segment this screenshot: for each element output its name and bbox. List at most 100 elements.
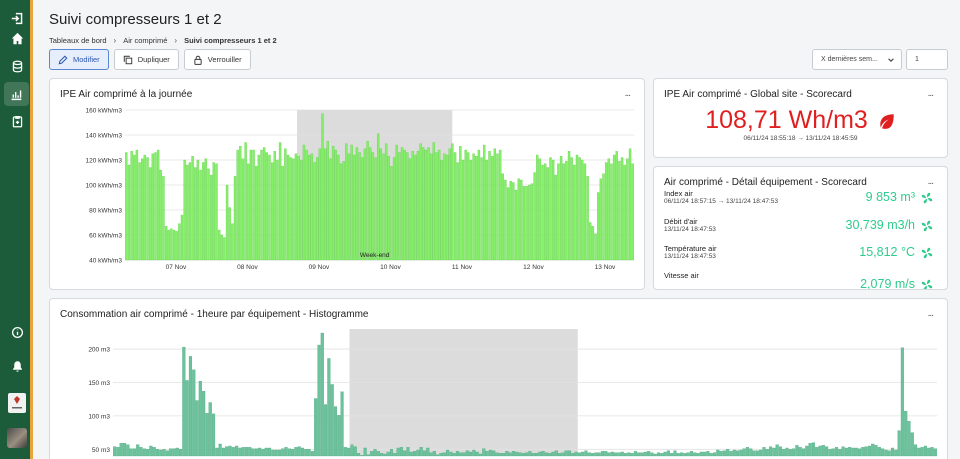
bar (207, 168, 210, 261)
bar (528, 451, 532, 457)
more-menu-icon[interactable]: ... (928, 176, 934, 187)
bar (696, 453, 700, 457)
breadcrumb-item[interactable]: Tableaux de bord (49, 36, 107, 45)
chevron-right-icon: › (113, 36, 117, 45)
bar (478, 453, 483, 457)
home-icon[interactable] (7, 28, 27, 48)
bar (647, 451, 651, 457)
bar (221, 447, 225, 457)
duplicate-button[interactable]: Dupliquer (113, 49, 179, 70)
bar (699, 451, 703, 457)
avatar[interactable] (7, 428, 27, 448)
bar (208, 402, 212, 457)
time-range-select[interactable]: X dernières sem... (812, 49, 902, 70)
bar (162, 176, 165, 261)
chart-icon[interactable] (4, 82, 29, 106)
bar (170, 228, 173, 261)
bar (449, 451, 453, 457)
bar (188, 162, 192, 261)
clipboard-icon[interactable] (7, 111, 27, 131)
row-time: 13/11/24 18:47:53 (664, 253, 716, 260)
bar (310, 153, 314, 261)
bar (709, 453, 713, 457)
bar (239, 146, 242, 261)
time-count-input[interactable]: 1 (906, 49, 948, 70)
bar (220, 234, 223, 261)
bar (881, 448, 885, 457)
bar (268, 447, 272, 457)
ipe-day-chart: 40 kWh/m3 60 kWh/m3 80 kWh/m3 100 kWh/m3 120… (86, 108, 634, 271)
bar (142, 448, 146, 457)
bar (515, 451, 519, 457)
bar (413, 451, 417, 457)
database-icon[interactable] (7, 56, 27, 76)
bar (300, 447, 305, 457)
bar (327, 358, 331, 457)
bar (772, 447, 776, 457)
bar (511, 451, 516, 457)
login-icon[interactable] (7, 8, 27, 28)
bar (670, 453, 674, 457)
bar (607, 158, 610, 261)
bar (188, 356, 193, 457)
panel-title: Air comprimé - Détail équipement - Score… (664, 177, 867, 188)
more-menu-icon[interactable]: ... (928, 88, 934, 99)
breadcrumb-item[interactable]: Air comprimé (123, 36, 167, 45)
fan-icon (921, 192, 933, 204)
bar (209, 174, 213, 261)
bar (575, 154, 579, 261)
hourly-chart: 50 m3 100 m3 150 m3 200 m3 (88, 329, 937, 457)
lock-icon (194, 55, 202, 65)
bar (867, 445, 871, 457)
breadcrumb: Tableaux de bord › Air comprimé › Suivi … (49, 36, 277, 45)
bar (345, 143, 348, 261)
bar (251, 448, 255, 457)
row-value: 15,812 °C (859, 245, 915, 259)
bar (910, 432, 914, 457)
bar (205, 413, 209, 457)
bar (472, 153, 475, 261)
bar (317, 344, 321, 457)
ipe-day-panel: IPE Air comprimé à la journée ... 40 kWh… (49, 78, 645, 290)
bar (712, 452, 717, 457)
bar (509, 181, 512, 261)
y-tick-label: 120 kWh/m3 (86, 158, 123, 165)
row-name: Index air (664, 189, 693, 198)
bar (426, 447, 430, 457)
scorecard-row: Débit d'air 13/11/24 18:47:53 30,739 m3/… (664, 217, 933, 241)
bar (456, 162, 459, 261)
bar (615, 151, 618, 261)
bar (164, 226, 168, 261)
bar (490, 156, 494, 261)
bell-icon[interactable] (7, 356, 27, 376)
chart-annotation: Week-end (360, 252, 390, 259)
bar (261, 449, 265, 457)
bar (273, 151, 276, 261)
bar (308, 154, 311, 261)
lock-button[interactable]: Verrouiller (183, 49, 251, 70)
info-icon[interactable] (7, 322, 27, 342)
row-name: Débit d'air (664, 217, 698, 226)
scorecard-row: Température air 13/11/24 18:47:53 15,812… (664, 244, 933, 268)
bar (890, 447, 895, 457)
bar (469, 451, 473, 457)
bar (884, 449, 888, 457)
bar (617, 452, 621, 457)
bar (268, 154, 271, 261)
bar (544, 163, 547, 261)
bar (395, 144, 398, 261)
fan-icon (921, 279, 933, 289)
bar (217, 229, 221, 261)
bar (143, 154, 147, 261)
bar (330, 384, 334, 457)
bar (520, 179, 523, 261)
row-time: 13/11/24 18:47:53 (664, 226, 716, 233)
bar (326, 141, 329, 261)
bar (419, 143, 422, 261)
bar (818, 445, 822, 457)
bar (331, 146, 335, 261)
edit-button[interactable]: Modifier (49, 49, 109, 70)
bar (795, 445, 799, 457)
bar (666, 450, 670, 457)
bar (567, 450, 572, 457)
